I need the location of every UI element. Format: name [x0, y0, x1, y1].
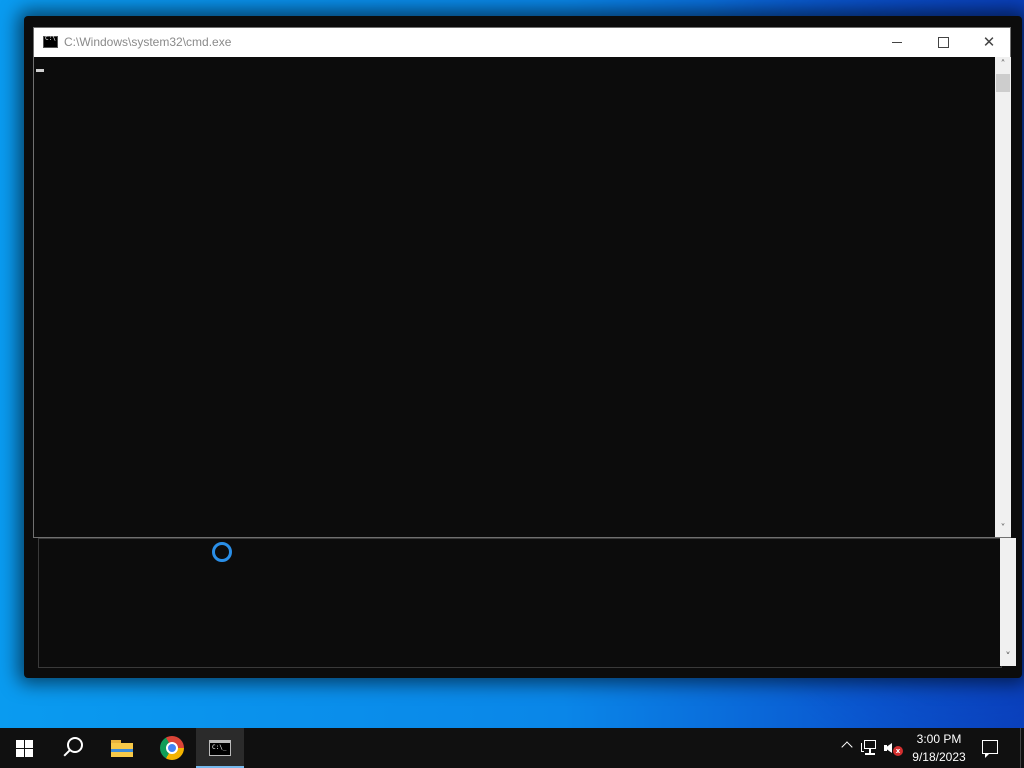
- taskbar: x 3:00 PM 9/18/2023: [0, 728, 1024, 768]
- volume-muted-icon[interactable]: x: [884, 740, 904, 758]
- network-icon[interactable]: [861, 740, 878, 756]
- scroll-thumb[interactable]: [996, 74, 1010, 92]
- notification-icon[interactable]: [982, 740, 998, 758]
- background-scrollbar[interactable]: ˅: [1000, 538, 1016, 666]
- vertical-scrollbar[interactable]: ˄ ˅: [995, 57, 1011, 537]
- background-console-area[interactable]: [38, 538, 1002, 668]
- maximize-icon: [937, 37, 949, 48]
- desktop[interactable]: ˅ C:\Windows\system32\cmd.exe ✕ ˄ ˅: [0, 0, 1024, 728]
- maximize-button[interactable]: [920, 28, 966, 57]
- scroll-down-button[interactable]: ˅: [995, 521, 1011, 537]
- show-desktop-button[interactable]: [1020, 728, 1024, 768]
- background-scroll-down-button[interactable]: ˅: [1000, 649, 1016, 665]
- close-icon: ✕: [982, 33, 996, 51]
- busy-cursor-icon: [212, 542, 232, 562]
- chrome-button[interactable]: [148, 728, 196, 768]
- cmd-window[interactable]: C:\Windows\system32\cmd.exe ✕ ˄ ˅: [33, 27, 1011, 538]
- show-hidden-icons-button[interactable]: [838, 728, 856, 768]
- chevron-up-icon: [841, 741, 853, 753]
- text-cursor: [36, 69, 44, 72]
- console-output[interactable]: [34, 57, 995, 537]
- terminal-icon: [209, 740, 231, 756]
- file-explorer-button[interactable]: [98, 728, 146, 768]
- cmd-icon[interactable]: [43, 35, 58, 48]
- start-button[interactable]: [0, 728, 48, 768]
- minimize-icon: [892, 42, 902, 43]
- close-button[interactable]: ✕: [966, 28, 1012, 57]
- window-title: C:\Windows\system32\cmd.exe: [64, 35, 232, 49]
- scroll-up-button[interactable]: ˄: [995, 57, 1011, 73]
- clock[interactable]: 3:00 PM 9/18/2023: [906, 728, 972, 768]
- search-button[interactable]: [48, 728, 96, 768]
- minimize-button[interactable]: [874, 28, 920, 57]
- search-icon: [61, 737, 83, 759]
- chrome-icon: [160, 736, 184, 760]
- folder-icon: [111, 739, 133, 757]
- command-prompt-taskbar-button[interactable]: [196, 728, 244, 768]
- windows-logo-icon: [15, 739, 33, 757]
- clock-date: 9/18/2023: [912, 750, 966, 764]
- mute-badge: x: [893, 746, 903, 756]
- clock-time: 3:00 PM: [916, 732, 962, 746]
- title-bar[interactable]: C:\Windows\system32\cmd.exe ✕: [34, 28, 1010, 57]
